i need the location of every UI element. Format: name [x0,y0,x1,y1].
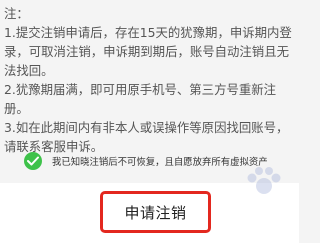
note-item-2: 2.犹豫期届满，即可用原手机号、第三方号重新注册。 [4,82,277,116]
notes-heading: 注： [4,6,29,21]
apply-cancellation-highlight: 申请注销 [100,191,211,233]
account-cancellation-page: 注： 1.提交注销申请后，存在15天的犹豫期，申诉期内登录，可取消注销，申诉期到… [0,0,299,243]
cancellation-notes: 注： 1.提交注销申请后，存在15天的犹豫期，申诉期内登录，可取消注销，申诉期到… [4,4,296,156]
apply-cancellation-button[interactable]: 申请注销 [124,202,186,223]
note-item-1: 1.提交注销申请后，存在15天的犹豫期，申诉期内登录，可取消注销，申诉期到期后，… [4,25,292,78]
check-circle-icon[interactable] [24,152,42,170]
watermark-icon [247,167,281,194]
